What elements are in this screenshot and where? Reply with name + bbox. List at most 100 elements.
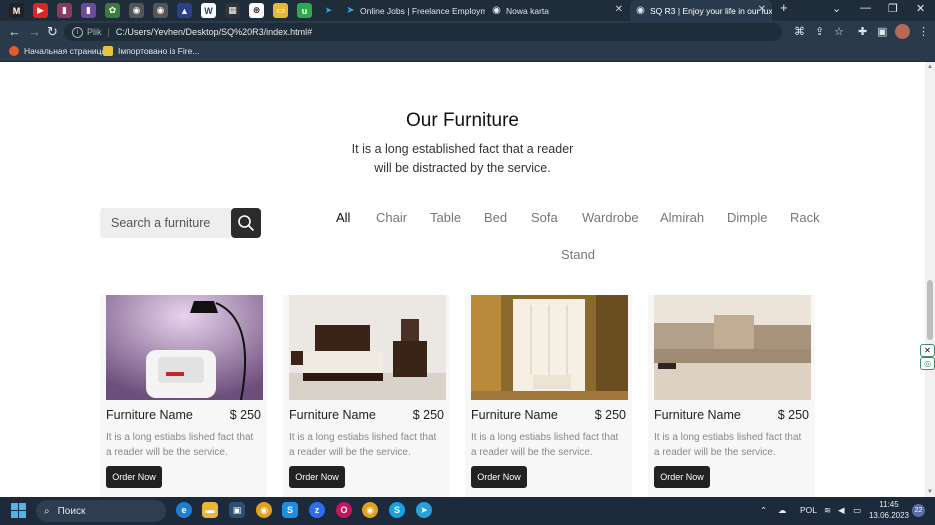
product-price: $ 250	[229, 408, 261, 422]
skype-icon[interactable]: S	[389, 502, 405, 518]
tab-title: SQ R3 | Enjoy your life in our lux	[650, 5, 772, 16]
page-scrollbar[interactable]: ▲ ▼	[925, 62, 935, 497]
pinned-tab-bookmark-icon[interactable]: ▮	[57, 3, 72, 18]
product-image-bed	[289, 295, 446, 400]
side-panel-icon[interactable]: ▣	[877, 25, 887, 38]
folder-icon	[103, 46, 113, 56]
firefox-icon	[9, 46, 19, 56]
pinned-tab-globe2-icon[interactable]: ◉	[153, 3, 168, 18]
notification-badge[interactable]: 22	[912, 504, 925, 517]
filter-stand[interactable]: Stand	[561, 247, 595, 262]
search-button[interactable]	[231, 208, 261, 238]
forward-button[interactable]: →	[28, 24, 41, 40]
pinned-tab-bookmark2-icon[interactable]: ▮	[81, 3, 96, 18]
share-icon[interactable]: ⇪	[815, 25, 824, 38]
language-indicator[interactable]: POL	[800, 505, 817, 515]
pinned-tab-m-icon[interactable]: M	[9, 3, 24, 18]
pinned-tab-aperture-icon[interactable]: ⊛	[249, 3, 264, 18]
filter-sofa[interactable]: Sofa	[531, 210, 558, 225]
opera-icon[interactable]: O	[336, 502, 352, 518]
product-description: It is a long estiabs lished fact that a …	[654, 432, 802, 458]
windows-taskbar: ⌕ Поиск e ▬ ▣ ◉ S z O ◉ S ➤ ⌃ ☁ POL ≋ ◀ …	[0, 497, 935, 525]
close-icon[interactable]: ✕	[758, 4, 766, 15]
bookmark-home[interactable]: Начальная страница	[9, 46, 106, 56]
tab-new-tab[interactable]: ◉ Nowa karta ✕	[486, 0, 629, 21]
order-now-button[interactable]: Order Now	[106, 466, 162, 488]
order-now-button[interactable]: Order Now	[654, 466, 710, 488]
pinned-tab-film-icon[interactable]: ▦	[225, 3, 240, 18]
search-input[interactable]	[100, 208, 231, 238]
tab-sq-r3[interactable]: ◉ SQ R3 | Enjoy your life in our lux ✕	[630, 0, 772, 21]
order-now-button[interactable]: Order Now	[471, 466, 527, 488]
chrome-icon[interactable]: ◉	[256, 502, 272, 518]
cloud-icon[interactable]: ☁	[778, 505, 787, 516]
filter-chair[interactable]: Chair	[376, 210, 407, 225]
search-icon	[238, 215, 254, 231]
browser-tab-strip: M ▶ ▮ ▮ ✿ ◉ ◉ ▲ W ▦ ⊛ ▭ u ➤ ➤ Online Job…	[0, 0, 935, 21]
translate-icon[interactable]: ⌘	[794, 25, 805, 38]
product-card: Furniture Name $ 250 It is a long estiab…	[100, 295, 267, 497]
search-icon: ⌕	[44, 505, 50, 517]
product-description: It is a long estiabs lished fact that a …	[289, 432, 437, 458]
order-now-button[interactable]: Order Now	[289, 466, 345, 488]
minimize-button[interactable]: —	[860, 2, 871, 14]
profile-avatar[interactable]	[895, 24, 910, 39]
telegram-icon[interactable]: ➤	[416, 502, 432, 518]
volume-icon[interactable]: ◀	[838, 505, 845, 516]
filter-bed[interactable]: Bed	[484, 210, 507, 225]
menu-icon[interactable]: ⋮	[918, 25, 929, 38]
section-title: Our Furniture	[406, 110, 519, 131]
site-info-icon[interactable]: i	[72, 26, 83, 38]
close-window-button[interactable]: ✕	[916, 2, 925, 15]
back-button[interactable]: ←	[8, 24, 21, 40]
widget-translate-icon[interactable]: ◎	[920, 357, 935, 370]
page-viewport: Our Furniture It is a long established f…	[0, 62, 925, 497]
pinned-tab-send-icon[interactable]: ➤	[321, 3, 336, 18]
product-price: $ 250	[777, 408, 809, 422]
tray-overflow-icon[interactable]: ⌃	[760, 505, 767, 516]
widget-close-icon[interactable]: ✕	[920, 344, 935, 357]
address-bar[interactable]: i Plik | C:/Users/Yevhen/Desktop/SQ%20R3…	[64, 23, 782, 41]
pinned-tab-word-icon[interactable]: W	[201, 3, 216, 18]
scroll-down-icon[interactable]: ▼	[927, 489, 933, 495]
bookmark-imported-folder[interactable]: Імпортовано із Fire...	[103, 46, 199, 56]
filter-table[interactable]: Table	[430, 210, 461, 225]
filter-all[interactable]: All	[336, 210, 350, 225]
section-subtitle-line: will be distracted by the service.	[374, 160, 551, 175]
scroll-up-icon[interactable]: ▲	[927, 64, 933, 70]
product-name: Furniture Name	[106, 408, 193, 422]
battery-icon[interactable]: ▭	[853, 505, 861, 516]
pinned-tab-upwork-icon[interactable]: u	[297, 3, 312, 18]
filter-wardrobe[interactable]: Wardrobe	[582, 210, 639, 225]
wifi-icon[interactable]: ≋	[824, 505, 831, 516]
bookmark-star-icon[interactable]: ☆	[834, 25, 844, 38]
filter-dimple[interactable]: Dimple	[727, 210, 767, 225]
reload-button[interactable]: ↻	[47, 24, 58, 40]
product-card: Furniture Name $ 250 It is a long estiab…	[465, 295, 632, 497]
pinned-tab-leaf-icon[interactable]: ✿	[105, 3, 120, 18]
skype-s-icon[interactable]: S	[282, 502, 298, 518]
tab-search-icon[interactable]: ⌄	[832, 2, 841, 15]
scroll-thumb[interactable]	[927, 280, 933, 340]
taskbar-search-label: Поиск	[57, 505, 86, 517]
tab-favicon-icon: ➤	[346, 5, 355, 16]
filter-almirah[interactable]: Almirah	[660, 210, 704, 225]
maximize-button[interactable]: ❐	[888, 2, 898, 15]
taskbar-clock[interactable]: 11:45 13.06.2023	[868, 500, 910, 521]
pinned-tab-book-icon[interactable]: ▭	[273, 3, 288, 18]
pinned-tab-globe-icon[interactable]: ◉	[129, 3, 144, 18]
extensions-icon[interactable]: ✚	[858, 25, 867, 38]
edge-icon[interactable]: e	[176, 502, 192, 518]
windows-start-icon[interactable]	[11, 503, 26, 518]
filter-rack[interactable]: Rack	[790, 210, 820, 225]
taskbar-search[interactable]: ⌕ Поиск	[36, 500, 166, 522]
zoom-icon[interactable]: z	[309, 502, 325, 518]
pinned-tab-triangle-icon[interactable]: ▲	[177, 3, 192, 18]
close-icon[interactable]: ✕	[615, 4, 623, 15]
new-tab-button[interactable]: +	[780, 0, 788, 15]
pinned-tab-youtube-icon[interactable]: ▶	[33, 3, 48, 18]
chrome-active-icon[interactable]: ◉	[362, 502, 378, 518]
tab-online-jobs[interactable]: ➤ Online Jobs | Freelance Employm	[340, 0, 485, 21]
store-icon[interactable]: ▣	[229, 502, 245, 518]
file-explorer-icon[interactable]: ▬	[202, 502, 218, 518]
